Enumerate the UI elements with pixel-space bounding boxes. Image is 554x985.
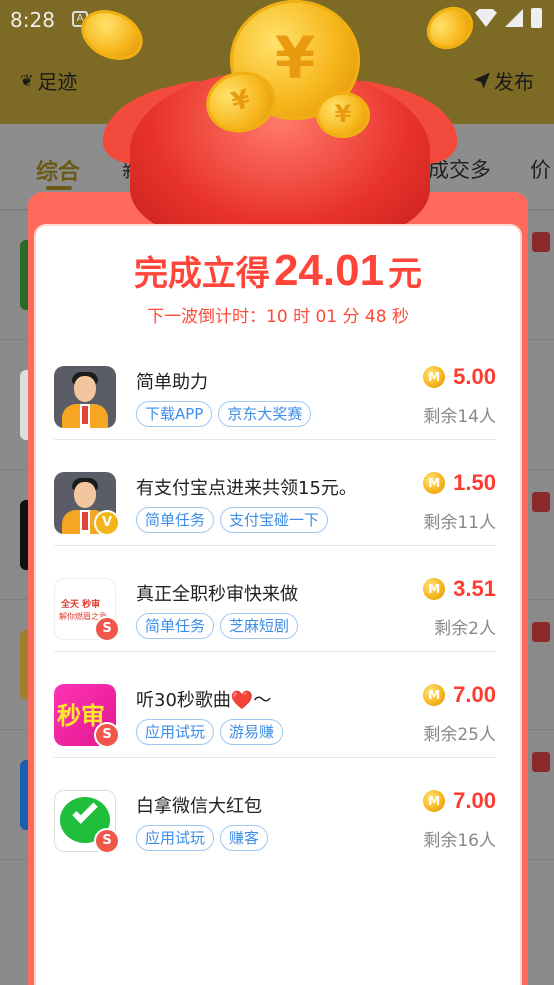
task-tags: 简单任务 支付宝碰一下 (136, 507, 329, 533)
remaining-count: 剩余14人 (423, 407, 496, 427)
coin-icon: M (423, 366, 446, 388)
list-price (532, 752, 550, 772)
task-title: 听30秒歌曲❤️～ (136, 690, 272, 711)
coin-icon (73, 0, 151, 70)
reward-value: 1.50 (453, 470, 496, 495)
coin-icon: M (423, 684, 446, 706)
reward-headline: 完成立得24.01 元 (36, 246, 520, 296)
task-reward: M 7.00 (423, 682, 496, 708)
remaining-count: 剩余16人 (423, 831, 496, 851)
task-item[interactable]: 全天 秒审 解你燃眉之急 S 真正全职秒审快来做 简单任务 芝麻短剧 M 3.5… (54, 546, 496, 652)
tab-underline (46, 186, 72, 190)
list-price (532, 232, 550, 252)
task-tags: 应用试玩 游易赚 (136, 719, 284, 745)
reward-value: 7.00 (453, 682, 496, 707)
publish-label: 发布 (494, 70, 534, 94)
task-tag: 简单任务 (136, 507, 215, 533)
coin-icon: M (423, 472, 446, 494)
shield-badge-icon: S (94, 828, 120, 854)
reward-value: 7.00 (453, 788, 496, 813)
money-bag-illustration: ¥ ¥ ¥ (70, 0, 490, 250)
task-item[interactable]: S 白拿微信大红包 应用试玩 赚客 M 7.00 剩余16人 (54, 758, 496, 864)
coin-icon (419, 0, 481, 58)
reward-modal: 完成立得24.01 元 下一波倒计时：10 时 01 分 48 秒 简单助力 下载… (34, 224, 522, 985)
coin-icon: M (423, 790, 446, 812)
task-item[interactable]: V 有支付宝点进来共领15元。 简单任务 支付宝碰一下 M 1.50 剩余11人 (54, 440, 496, 546)
headline-unit: 元 (388, 254, 423, 294)
countdown-text: 下一波倒计时：10 时 01 分 48 秒 (147, 307, 409, 327)
task-title: 有支付宝点进来共领15元。 (136, 478, 357, 499)
task-tag: 简单任务 (136, 613, 215, 639)
task-tags: 下载APP 京东大奖赛 (136, 401, 312, 427)
status-time: 8:28 (10, 8, 55, 32)
task-reward: M 3.51 (423, 576, 496, 602)
task-tag: 支付宝碰一下 (220, 507, 329, 533)
task-tag: 应用试玩 (136, 825, 215, 851)
remaining-count: 剩余11人 (423, 513, 496, 533)
task-tag: 赚客 (220, 825, 269, 851)
headline-prefix: 完成立得 (133, 254, 270, 294)
task-title: 白拿微信大红包 (136, 796, 262, 817)
footprint-button[interactable]: ❦ 足迹 (20, 66, 77, 95)
task-item[interactable]: 秒审 S 听30秒歌曲❤️～ 应用试玩 游易赚 M 7.00 剩余25人 (54, 652, 496, 758)
task-tags: 简单任务 芝麻短剧 (136, 613, 299, 639)
task-item[interactable]: 简单助力 下载APP 京东大奖赛 M 5.00 剩余14人 (54, 334, 496, 440)
battery-icon (531, 8, 542, 28)
remaining-count: 剩余25人 (423, 725, 496, 745)
coin-icon: M (423, 578, 446, 600)
signal-icon (505, 9, 523, 27)
remaining-count: 剩余2人 (434, 619, 496, 639)
reward-value: 3.51 (453, 576, 496, 601)
reward-value: 5.00 (453, 364, 496, 389)
task-reward: M 1.50 (423, 470, 496, 496)
task-tag: 京东大奖赛 (218, 401, 312, 427)
task-tag: 芝麻短剧 (220, 613, 299, 639)
shield-badge-icon: S (94, 722, 120, 748)
task-reward: M 5.00 (423, 364, 496, 390)
task-reward: M 7.00 (423, 788, 496, 814)
task-title: 简单助力 (136, 372, 208, 393)
list-price (532, 622, 550, 642)
avatar (54, 366, 116, 428)
task-tag: 应用试玩 (136, 719, 215, 745)
task-tag: 下载APP (136, 401, 213, 427)
yuan-coin-icon: ¥ (316, 92, 370, 138)
task-title: 真正全职秒审快来做 (136, 584, 298, 605)
task-tags: 应用试玩 赚客 (136, 825, 269, 851)
shield-badge-icon: S (94, 616, 120, 642)
footprint-icon: ❦ (20, 71, 34, 90)
headline-amount: 24.01 (273, 246, 385, 295)
task-tag: 游易赚 (220, 719, 284, 745)
vip-badge-icon: V (94, 510, 120, 536)
list-price (532, 492, 550, 512)
tab-price[interactable]: 价 (530, 154, 551, 184)
